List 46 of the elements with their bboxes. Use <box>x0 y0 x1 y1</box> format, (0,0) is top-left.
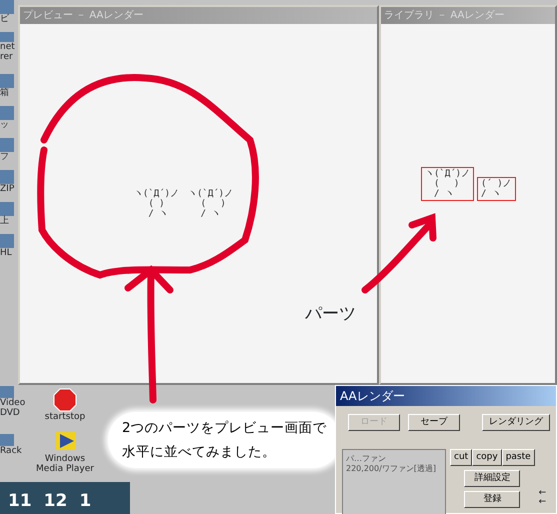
list-item[interactable]: 220,200/ワファン[透過] <box>346 464 443 474</box>
arrow-glyph[interactable]: ← <box>538 489 546 498</box>
ascii-part[interactable]: (´ )ノ / ヽ <box>477 177 516 201</box>
ascii-part[interactable]: ヽ(`Д´)ノ ( ) / ヽ <box>421 167 474 201</box>
desktop-icon[interactable] <box>0 170 14 184</box>
clock-numeral: 11 <box>8 490 32 512</box>
desktop-icon[interactable] <box>0 234 14 248</box>
edit-button[interactable]: cut <box>450 449 472 466</box>
edit-button[interactable]: copy <box>472 449 502 466</box>
window-title: AAレンダー <box>336 386 556 406</box>
parts-label: パーツ <box>305 303 356 326</box>
desktop-icon[interactable] <box>0 32 14 42</box>
ascii-art: ヽ(`Д´)ノ ヽ(`Д´)ノ ( ) ( ) / ヽ / ヽ <box>134 189 234 219</box>
icon-label[interactable]: 上 <box>0 216 9 226</box>
icon-label[interactable]: net <box>0 42 15 52</box>
icon-label[interactable]: Rack <box>0 446 28 456</box>
desktop-icon[interactable] <box>0 202 14 216</box>
action-button[interactable]: 登録 <box>464 491 520 508</box>
toolbar-button[interactable]: セーブ <box>408 414 460 431</box>
list-item[interactable]: パ…ファン <box>346 454 443 464</box>
callout-text: 2つのパーツをプレビュー画面で <box>122 419 327 438</box>
window-title: プレビュー － AAレンダー <box>20 7 377 24</box>
icon-label[interactable]: ッ <box>0 120 9 130</box>
icon-label[interactable]: ビ <box>0 14 9 24</box>
icon-label[interactable]: rer <box>0 52 13 62</box>
arrow-glyph[interactable]: ← <box>538 498 546 507</box>
desktop-icon[interactable] <box>0 138 14 152</box>
clock-numeral: 12 <box>44 490 68 512</box>
desktop-icon[interactable] <box>0 106 14 120</box>
toolbar-button[interactable]: レンダリング <box>482 414 550 431</box>
clock-numeral: 1 <box>79 490 92 512</box>
icon-label[interactable]: Video DVD <box>0 398 28 418</box>
icon-label[interactable]: フ <box>0 152 9 162</box>
callout-text: 水平に並べてみました。 <box>122 443 277 462</box>
desktop-icon[interactable] <box>0 386 14 398</box>
stop-sign-icon[interactable] <box>53 388 77 412</box>
icon-label[interactable]: startstop <box>44 412 86 422</box>
desktop-icon[interactable] <box>0 434 14 446</box>
icon-label[interactable]: Windows Media Player <box>33 454 97 474</box>
desktop-icon[interactable] <box>0 0 14 14</box>
icon-label[interactable]: HL <box>0 248 12 258</box>
action-button[interactable]: 詳細設定 <box>464 470 520 487</box>
desktop-icon[interactable] <box>0 74 14 88</box>
edit-button[interactable]: paste <box>502 449 535 466</box>
icon-label[interactable]: 箱 <box>0 88 9 98</box>
icon-label[interactable]: ZIP <box>0 184 14 194</box>
